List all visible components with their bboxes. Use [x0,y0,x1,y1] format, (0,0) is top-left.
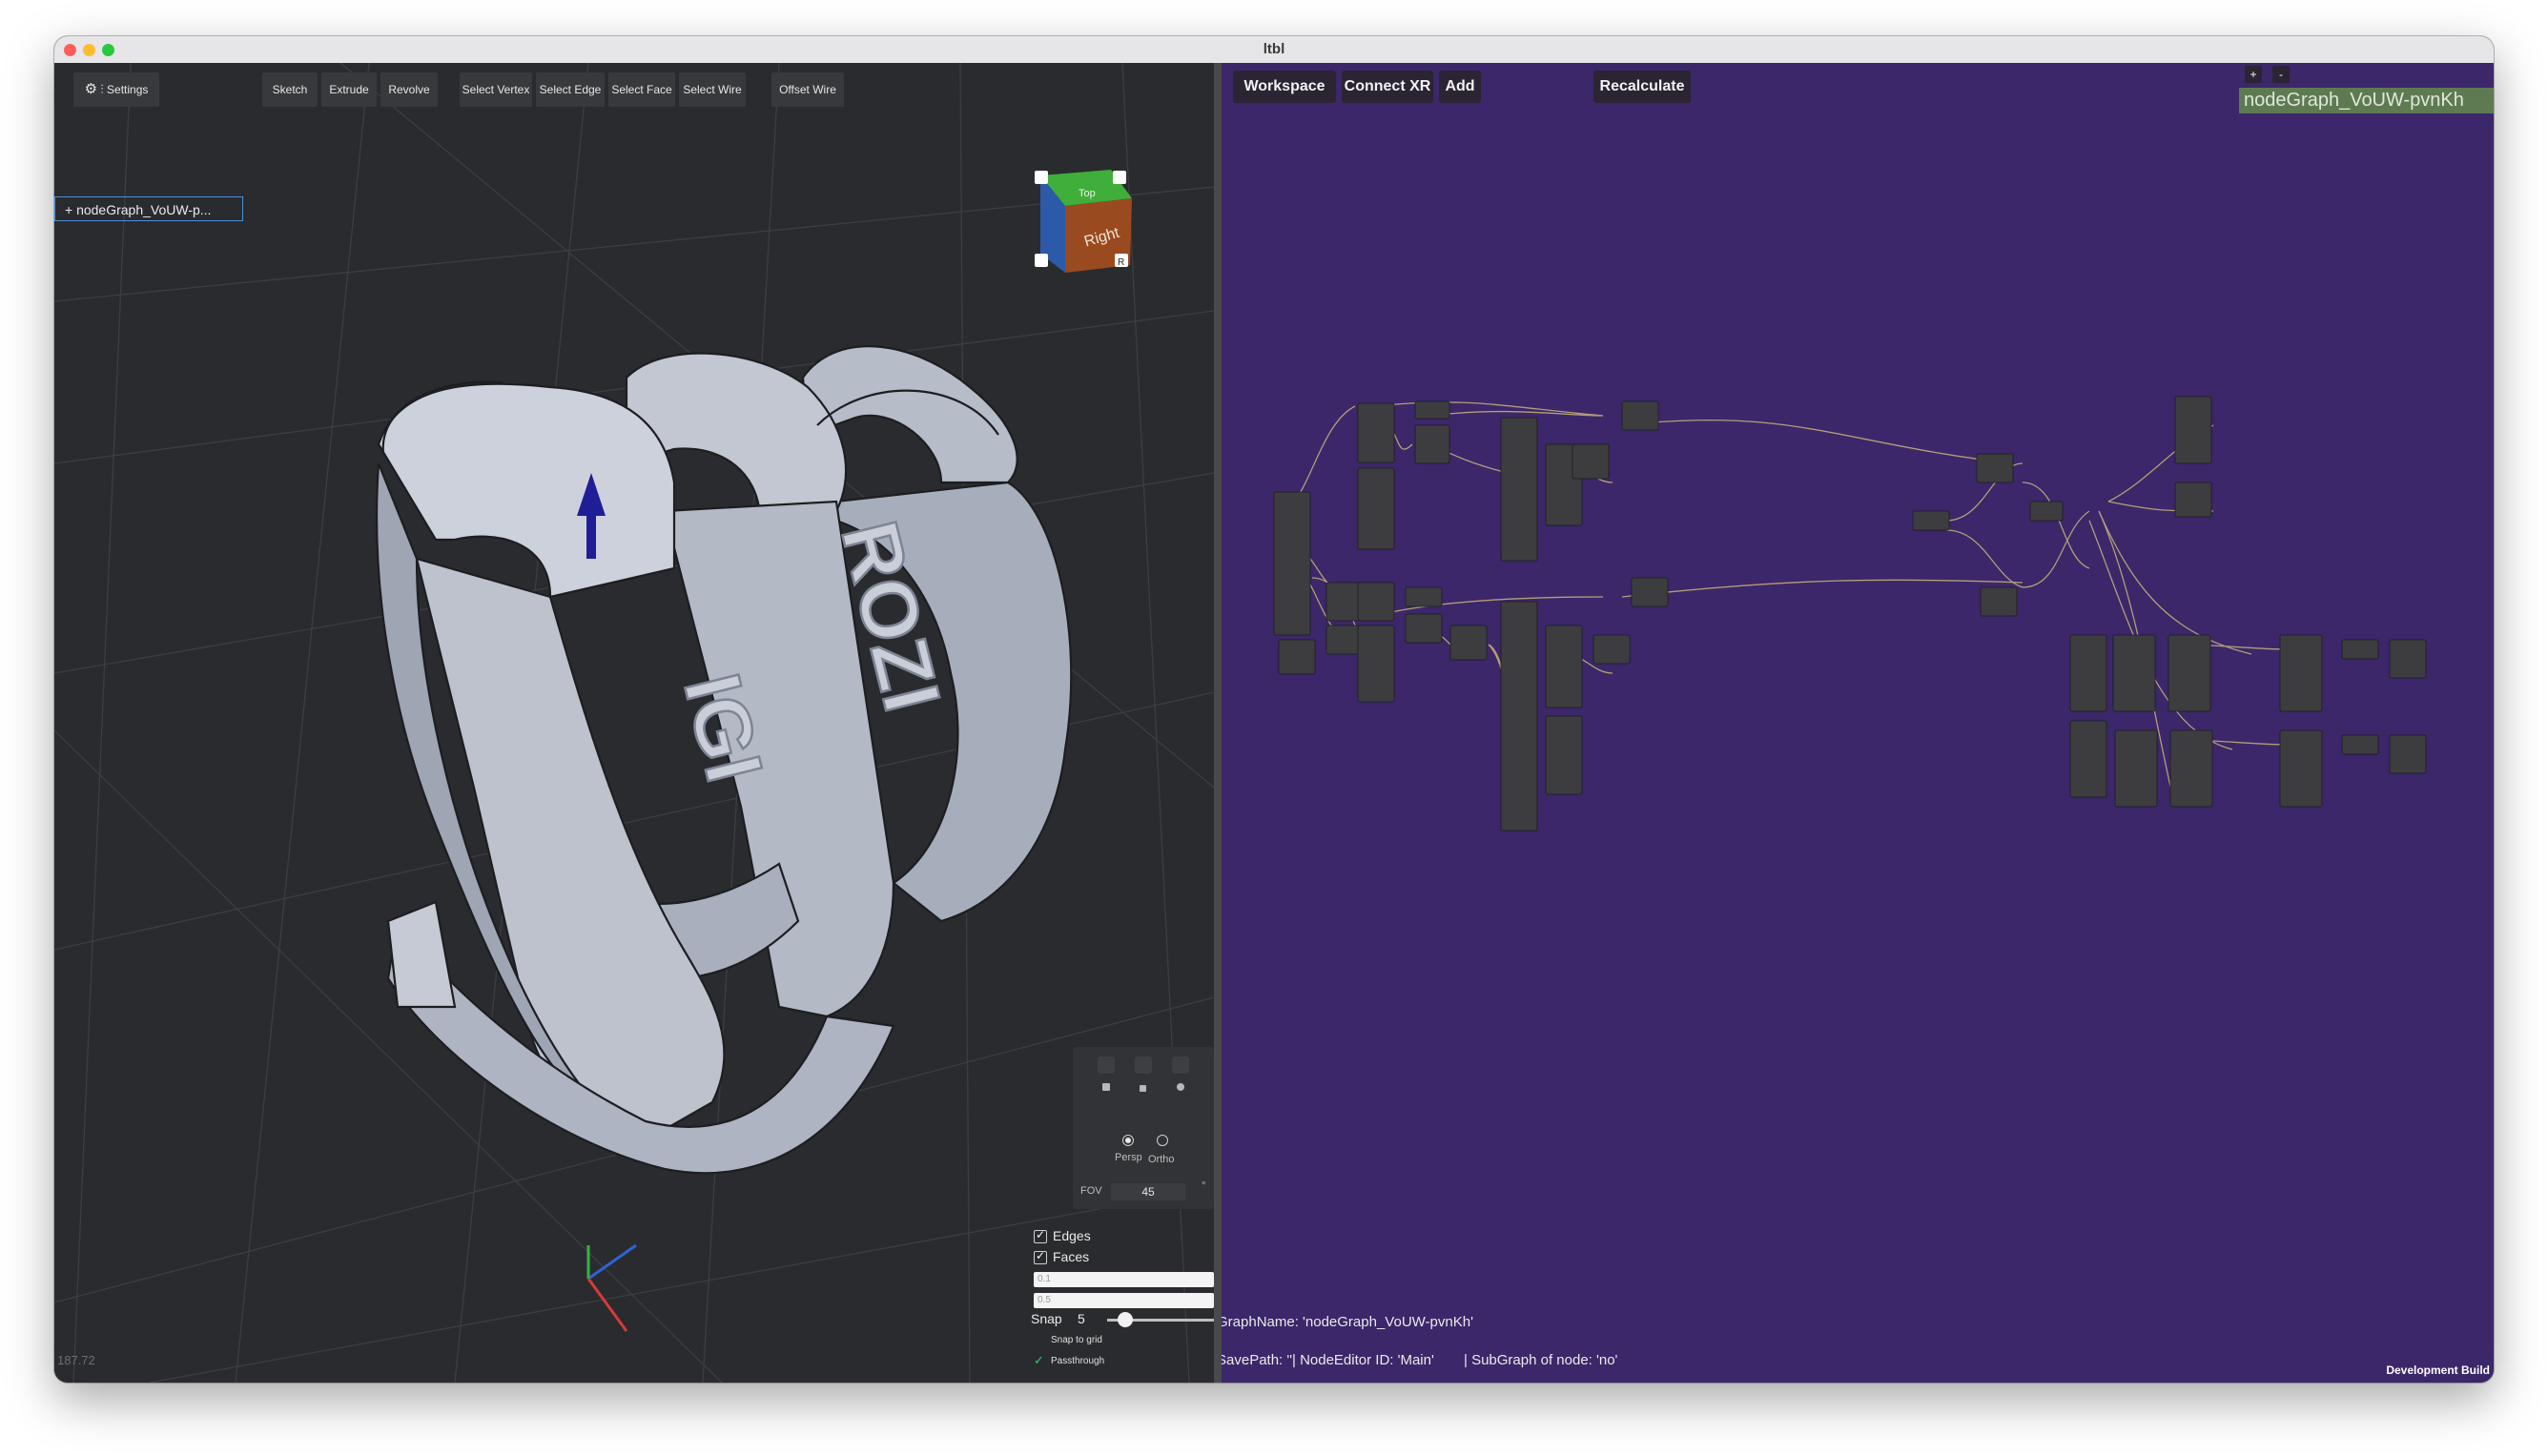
view-cube-corner-label: R [1118,257,1124,268]
passthrough-check-icon[interactable]: ✓ [1034,1353,1044,1368]
fov-label: FOV [1080,1185,1102,1197]
passthrough-label[interactable]: Passthrough [1051,1356,1104,1366]
status-graph-name: GraphName: 'nodeGraph_VoUW-pvnKh' [1222,1314,1473,1330]
snap-label: Snap [1031,1311,1062,1326]
node-graph-tab[interactable]: + nodeGraph_VoUW-p... [54,196,243,221]
development-build-label: Development Build [2386,1364,2490,1377]
snap-value: 5 [1078,1311,1085,1326]
graph-nodes[interactable] [1273,396,2427,831]
view-slot-dot-icon [1140,1085,1146,1092]
view-slot[interactable] [1135,1056,1152,1074]
edges-label: Edges [1053,1228,1091,1243]
coordinate-readout: 187.72 [57,1353,95,1367]
view-slot-dot-icon [1102,1083,1110,1091]
revolve-button[interactable]: Revolve [380,72,438,107]
faces-label: Faces [1053,1249,1090,1264]
fov-unit: ° [1202,1180,1206,1192]
display-value-field-1[interactable]: 0.1 [1034,1272,1214,1287]
window-title: ltbl [1263,41,1285,57]
camera-panel: Persp Ortho FOV 45 ° [1073,1047,1214,1209]
edges-checkbox[interactable] [1034,1228,1047,1243]
view-cube-corner-handle[interactable] [1035,254,1048,267]
sliders-icon: ⫶ [100,82,104,96]
settings-button[interactable]: ⚙ ⫶ Settings [73,72,159,107]
viewport-canvas: IGI ROZI Top Right R [54,63,1214,1383]
node-graph-canvas [1273,396,2427,831]
faces-checkbox[interactable] [1034,1249,1047,1264]
view-cube-corner-handle[interactable] [1035,171,1048,184]
offset-wire-button[interactable]: Offset Wire [771,72,844,107]
status-subgraph: | SubGraph of node: 'no' [1464,1352,1618,1368]
extrude-button[interactable]: Extrude [321,72,377,107]
gear-icon: ⚙ [84,81,98,97]
view-cube[interactable]: Top Right R [1035,170,1132,273]
node-editor[interactable]: Workspace Connect XR Add Recalculate + -… [1222,63,2494,1383]
3d-viewport[interactable]: IGI ROZI Top Right R ⚙ ⫶ Settings Sketch… [54,63,1214,1383]
view-cube-corner-handle[interactable] [1113,171,1126,184]
select-wire-button[interactable]: Select Wire [679,72,746,107]
persp-label: Persp [1115,1152,1142,1163]
axis-gizmo [586,1243,637,1332]
status-node-editor-id: | NodeEditor ID: 'Main' [1292,1352,1434,1368]
ortho-radio[interactable] [1157,1135,1168,1146]
persp-radio[interactable] [1122,1135,1134,1146]
view-slot-dot-icon [1177,1083,1184,1091]
ortho-label: Ortho [1148,1154,1175,1165]
select-face-button[interactable]: Select Face [608,72,675,107]
view-slot[interactable] [1172,1056,1189,1074]
select-vertex-button[interactable]: Select Vertex [460,72,532,107]
display-value-field-2[interactable]: 0.5 [1034,1293,1214,1308]
snap-to-grid-label[interactable]: Snap to grid [1051,1335,1102,1345]
app-window: ltbl IGI ROZI Top Right R ⚙ ⫶ Settings S… [54,36,2494,1383]
settings-label: Settings [107,83,149,96]
view-slot[interactable] [1098,1056,1115,1074]
sketch-button[interactable]: Sketch [262,72,318,107]
title-bar: ltbl [54,36,2494,64]
status-save-path: SavePath: '' [1222,1352,1293,1368]
select-edge-button[interactable]: Select Edge [536,72,605,107]
panel-splitter[interactable] [1214,63,1222,1383]
fov-input[interactable]: 45 [1111,1183,1185,1200]
view-cube-top-label: Top [1079,188,1096,199]
